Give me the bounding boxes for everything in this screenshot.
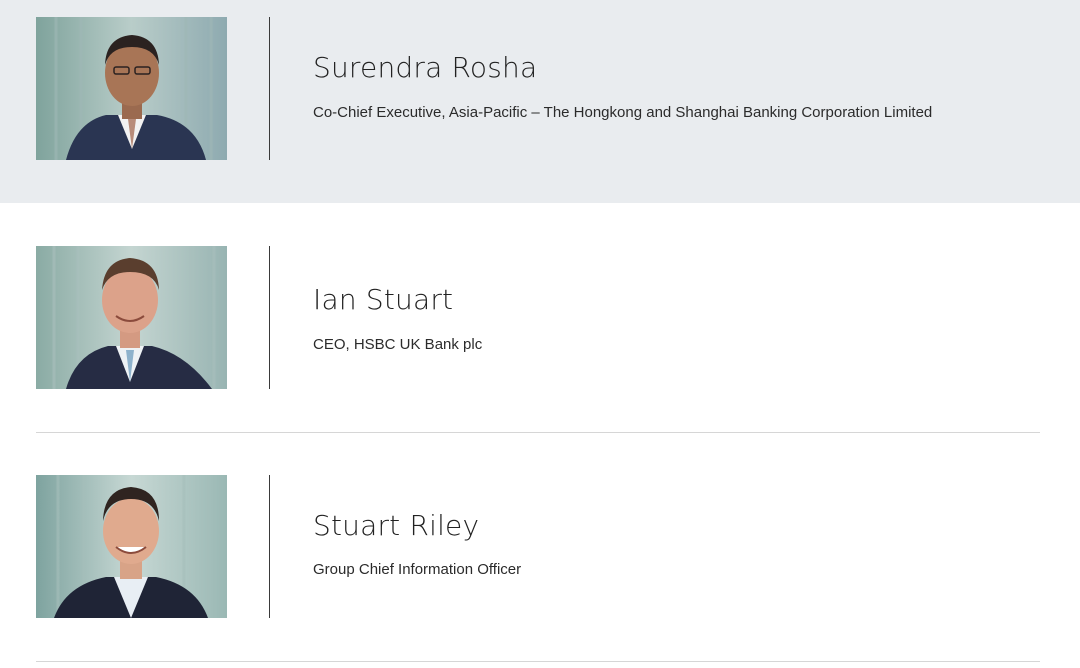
person-photo[interactable] <box>36 475 227 618</box>
person-card[interactable]: Surendra Rosha Co-Chief Executive, Asia-… <box>0 0 1080 203</box>
separator-line <box>269 246 270 389</box>
person-title: Group Chief Information Officer <box>313 561 522 578</box>
portrait-photo-icon <box>36 475 227 618</box>
leadership-list: Surendra Rosha Co-Chief Executive, Asia-… <box>0 0 1080 668</box>
person-title: CEO, HSBC UK Bank plc <box>313 336 483 353</box>
separator-line <box>269 17 270 160</box>
person-name[interactable]: Ian Stuart <box>313 283 453 316</box>
person-name[interactable]: Stuart Riley <box>313 509 479 542</box>
portrait-photo-icon <box>36 246 227 389</box>
person-photo[interactable] <box>36 246 227 389</box>
person-card[interactable]: Stuart Riley Group Chief Information Off… <box>0 433 1080 661</box>
portrait-photo-icon <box>36 17 227 160</box>
person-name[interactable]: Surendra Rosha <box>313 51 537 84</box>
person-title: Co-Chief Executive, Asia-Pacific – The H… <box>313 104 933 121</box>
row-divider <box>36 661 1040 662</box>
person-card[interactable]: Ian Stuart CEO, HSBC UK Bank plc <box>0 203 1080 432</box>
person-photo[interactable] <box>36 17 227 160</box>
separator-line <box>269 475 270 618</box>
